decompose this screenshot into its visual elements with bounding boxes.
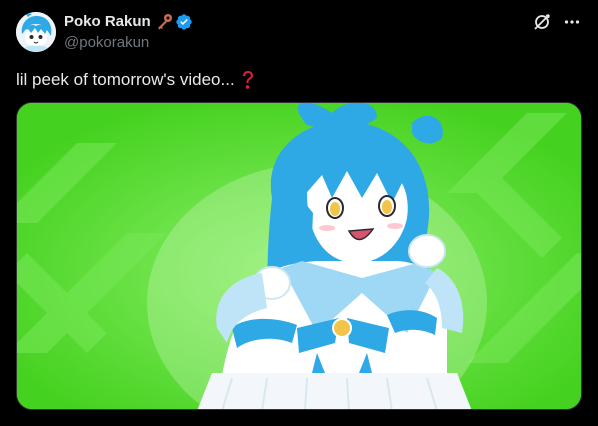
name-row[interactable]: Poko Rakun (64, 12, 484, 32)
grok-icon[interactable] (532, 12, 552, 32)
tweet-card[interactable]: Poko Rakun @pokorakun lil peek of tomorr… (0, 0, 598, 426)
key-icon (155, 13, 173, 31)
author-info[interactable]: Poko Rakun @pokorakun (64, 12, 484, 53)
more-icon[interactable] (562, 12, 582, 32)
verified-badge-icon[interactable] (175, 13, 193, 31)
tweet-top-actions (532, 12, 582, 32)
tweet-text-row: lil peek of tomorrow's video... (16, 68, 582, 92)
avatar[interactable] (16, 12, 56, 52)
question-mark-icon (239, 69, 257, 91)
display-name[interactable]: Poko Rakun (64, 12, 151, 32)
tweet-media-video[interactable] (16, 102, 582, 410)
video-thumbnail-image (17, 103, 581, 409)
handle[interactable]: @pokorakun (64, 33, 484, 53)
tweet-text: lil peek of tomorrow's video... (16, 70, 235, 89)
avatar-image (16, 12, 56, 52)
